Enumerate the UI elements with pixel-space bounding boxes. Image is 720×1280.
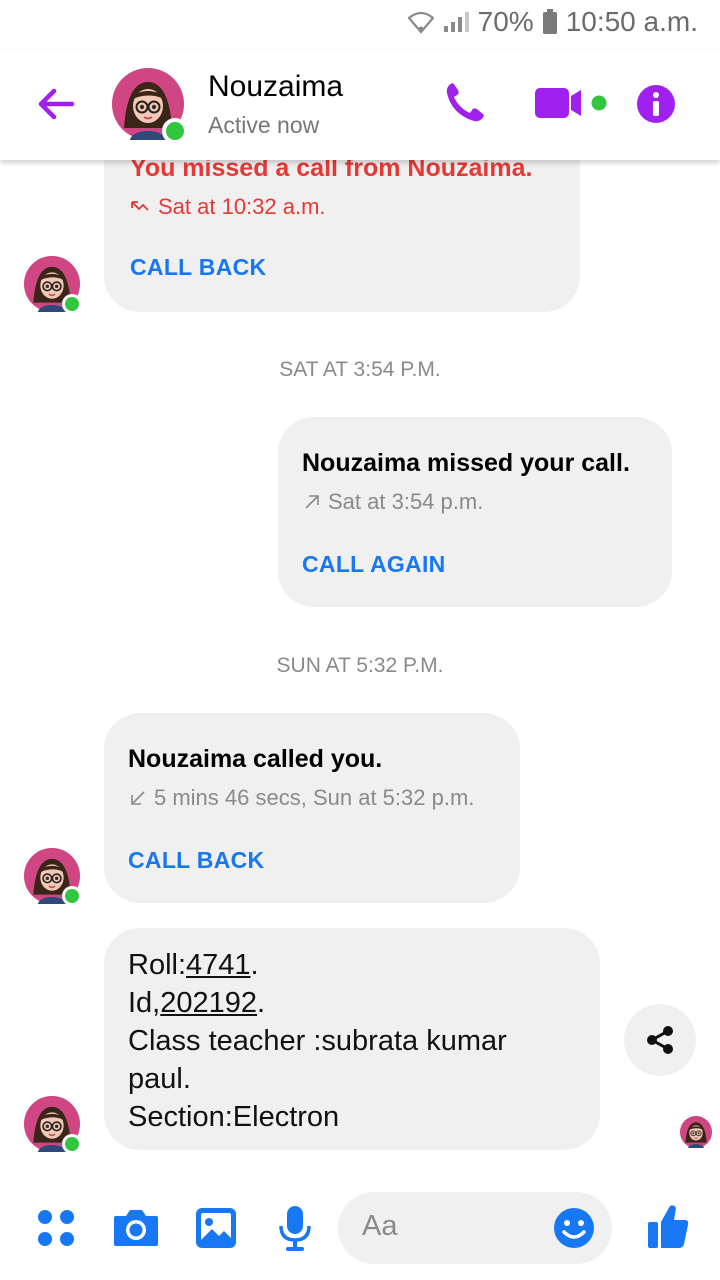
call-meta: Sat at 10:32 a.m.	[158, 194, 326, 219]
message-text: Roll:4741. Id,202192. Class teacher :sub…	[128, 949, 507, 1133]
gallery-button[interactable]	[194, 1206, 238, 1255]
contact-status: Active now	[208, 112, 320, 138]
back-button[interactable]	[34, 82, 78, 126]
online-indicator	[62, 886, 82, 906]
call-meta: Sat at 3:54 p.m.	[328, 489, 484, 514]
timestamp-divider: SUN AT 5:32 P.M.	[276, 654, 444, 677]
text-message-bubble[interactable]: Roll:4741. Id,202192. Class teacher :sub…	[104, 928, 600, 1150]
video-call-button[interactable]	[535, 86, 609, 125]
arrow-left-icon	[38, 88, 75, 120]
video-camera-icon	[535, 88, 607, 118]
timestamp-divider: SAT AT 3:54 P.M.	[279, 358, 441, 381]
image-icon	[196, 1208, 236, 1248]
call-back-button[interactable]: CALL BACK	[128, 847, 264, 874]
camera-button[interactable]	[112, 1206, 160, 1253]
emoji-button[interactable]	[552, 1206, 596, 1255]
call-back-button[interactable]: CALL BACK	[130, 254, 266, 281]
voice-message-button[interactable]	[278, 1204, 312, 1257]
battery-percent: 70%	[477, 6, 534, 37]
online-indicator	[162, 118, 188, 144]
phone-icon	[446, 83, 484, 122]
message-input-placeholder: Aa	[362, 1210, 398, 1242]
call-bubble-incoming: Nouzaima called you. 5 mins 46 secs, Sun…	[104, 713, 520, 903]
call-again-button[interactable]: CALL AGAIN	[302, 551, 446, 578]
share-button[interactable]	[624, 1004, 696, 1076]
more-actions-button[interactable]	[36, 1208, 76, 1253]
incoming-arrow-icon	[131, 791, 145, 805]
contact-name[interactable]: Nouzaima	[208, 70, 343, 104]
voice-call-button[interactable]	[444, 80, 486, 129]
like-send-button[interactable]	[646, 1202, 690, 1255]
message-input[interactable]: Aa	[338, 1192, 612, 1264]
smiley-icon	[554, 1208, 594, 1248]
outgoing-arrow-icon	[305, 495, 319, 509]
missed-call-arrow-icon	[131, 201, 149, 211]
microphone-icon	[279, 1206, 311, 1251]
call-title: Nouzaima missed your call.	[302, 449, 630, 477]
share-icon	[647, 1026, 673, 1054]
menu-dots-icon	[38, 1210, 74, 1246]
status-bar: 70% 10:50 a.m.	[0, 0, 720, 50]
call-bubble-outgoing: Nouzaima missed your call. Sat at 3:54 p…	[278, 417, 672, 607]
wifi-icon	[407, 10, 434, 34]
info-icon	[637, 85, 675, 123]
call-title: Nouzaima called you.	[128, 745, 383, 773]
seen-receipt-avatar	[680, 1116, 712, 1148]
clock: 10:50 a.m.	[565, 6, 698, 37]
online-indicator	[62, 294, 82, 314]
id-number-link[interactable]: 202192	[160, 987, 257, 1019]
online-indicator	[62, 1134, 82, 1154]
conversation-info-button[interactable]	[636, 84, 676, 129]
battery-icon	[542, 9, 558, 35]
conversation-header: Nouzaima Active now	[0, 50, 720, 160]
roll-number-link[interactable]: 4741	[186, 949, 251, 981]
camera-icon	[114, 1210, 158, 1246]
signal-icon	[442, 10, 470, 34]
thumbs-up-icon	[648, 1205, 689, 1248]
call-meta: 5 mins 46 secs, Sun at 5:32 p.m.	[154, 785, 475, 810]
